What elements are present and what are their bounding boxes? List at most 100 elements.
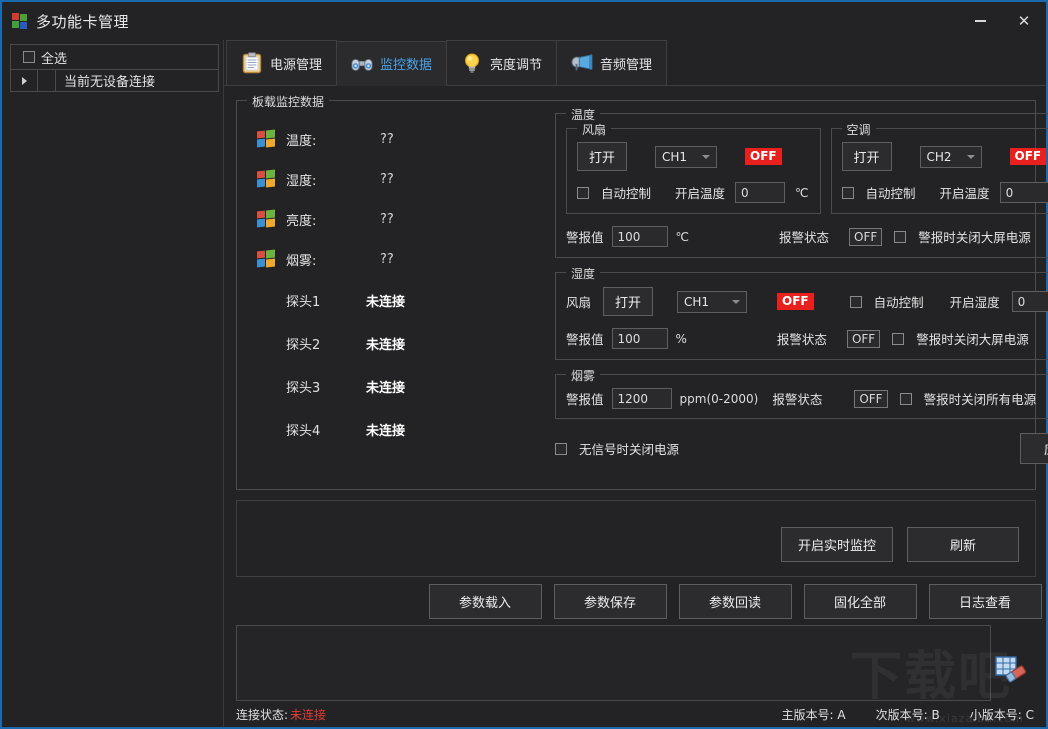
- humidity-threshold-input[interactable]: 0: [1011, 291, 1048, 312]
- view-log-button[interactable]: 日志查看: [928, 583, 1042, 619]
- smoke-alarm-input[interactable]: 1200: [611, 388, 672, 409]
- window-title: 多功能卡管理: [36, 12, 130, 31]
- tree-node-no-device[interactable]: 当前无设备连接: [11, 69, 218, 92]
- temperature-ac-auto-toggle[interactable]: 自动控制: [841, 183, 916, 202]
- temperature-fan-open-button[interactable]: 打开: [577, 142, 627, 171]
- temperature-alarm-action-label: 警报时关闭大屏电源: [918, 230, 1031, 245]
- temperature-fan-channel-select[interactable]: CH1: [655, 145, 717, 168]
- sensor-label: 湿度:: [286, 173, 317, 189]
- humidity-group: 湿度 风扇 打开 CH1 OFF 自动控制 开启湿度 0 警报值 100 % 报…: [555, 265, 1048, 360]
- load-params-button[interactable]: 参数载入: [428, 583, 542, 619]
- probe-status: 未连接: [366, 381, 406, 396]
- temperature-alarm-action-toggle[interactable]: 警报时关闭大屏电源: [894, 227, 1031, 246]
- probe-label: 探头3: [286, 381, 321, 396]
- temperature-group: 温度 风扇 打开 CH1 OFF 自动控制 开启温度 0 ℃ 空调 打开 CH2…: [555, 106, 1048, 258]
- temperature-fan-auto-label: 自动控制: [601, 186, 652, 201]
- app-logo-icon: [12, 13, 28, 29]
- select-all-row[interactable]: 全选: [11, 45, 218, 69]
- temperature-alarm-action-checkbox[interactable]: [894, 230, 907, 243]
- temperature-alarm-unit: ℃: [675, 229, 689, 244]
- sensor-value: ??: [380, 171, 394, 187]
- sensor-row-brightness: 亮度: ??: [257, 199, 555, 239]
- sensor-row-smoke: 烟雾: ??: [257, 239, 555, 279]
- humidity-alarm-action-toggle[interactable]: 警报时关闭大屏电源: [892, 329, 1029, 348]
- megaphone-icon: [571, 52, 593, 74]
- temperature-fan-auto-checkbox[interactable]: [577, 186, 589, 199]
- humidity-alarm-action-checkbox[interactable]: [892, 332, 905, 345]
- device-tree: 全选 当前无设备连接: [10, 44, 219, 92]
- probe-status: 未连接: [366, 424, 406, 439]
- solidify-all-button[interactable]: 固化全部: [803, 583, 917, 619]
- temperature-ac-channel-select[interactable]: CH2: [919, 145, 982, 168]
- sensor-row-temperature: 温度: ??: [257, 119, 555, 159]
- smoke-alarm-action-checkbox[interactable]: [899, 392, 912, 405]
- tab-bar: 电源管理 监控数据 亮度调节 音频管理: [224, 40, 1046, 86]
- sensor-value: ??: [380, 131, 394, 147]
- readback-params-button[interactable]: 参数回读: [678, 583, 792, 619]
- tab-label: 电源管理: [270, 57, 323, 73]
- smoke-group-title: 烟雾: [566, 367, 601, 384]
- humidity-channel-select[interactable]: CH1: [677, 290, 748, 313]
- probe-row: 探头1 未连接: [257, 279, 555, 322]
- watermark-url: www.xiazaiba.com: [905, 712, 1024, 725]
- refresh-button[interactable]: 刷新: [907, 527, 1019, 562]
- probe-status: 未连接: [366, 338, 406, 353]
- apply-button[interactable]: 应用: [1020, 433, 1048, 464]
- smoke-alarm-action-toggle[interactable]: 警报时关闭所有电源: [899, 389, 1037, 408]
- humidity-alarm-action-label: 警报时关闭大屏电源: [916, 332, 1029, 347]
- temperature-alarm-input[interactable]: 100: [611, 226, 668, 247]
- main-body: 全选 当前无设备连接 电源管理 监控数据 亮度调节 音频管理 板载监控数据 温度…: [2, 40, 1048, 727]
- temperature-ac-open-button[interactable]: 打开: [841, 142, 892, 171]
- temperature-fan-channel-value: CH1: [662, 149, 688, 164]
- humidity-channel-value: CH1: [684, 294, 710, 309]
- temperature-ac-state-badge: OFF: [1009, 148, 1047, 165]
- tab-power-management[interactable]: 电源管理: [226, 40, 338, 85]
- sensor-label: 亮度:: [286, 213, 317, 229]
- sensor-list: 温度: ?? 湿度: ?? 亮度: ?? 烟雾: ?? 探头1 未连接 探头2 …: [237, 101, 555, 489]
- sensor-value: ??: [380, 211, 394, 227]
- probe-label: 探头4: [286, 424, 321, 439]
- temperature-fan-state-badge: OFF: [745, 148, 782, 165]
- connection-status: 连接状态: 未连接: [236, 706, 326, 723]
- application-window: 多功能卡管理 ✕ 全选 当前无设备连接 电源管理 监控数据 亮度调节 音频管理 …: [0, 0, 1048, 729]
- temperature-ac-auto-checkbox[interactable]: [841, 186, 854, 199]
- windows-icon: [257, 129, 277, 148]
- temperature-fan-auto-toggle[interactable]: 自动控制: [577, 183, 651, 202]
- temperature-ac-threshold-input[interactable]: 0: [999, 182, 1048, 203]
- sensor-row-humidity: 湿度: ??: [257, 159, 555, 199]
- temperature-fan-title: 风扇: [577, 121, 612, 138]
- tab-brightness-adjust[interactable]: 亮度调节: [446, 40, 558, 85]
- no-signal-power-off-toggle[interactable]: 无信号时关闭电源: [555, 439, 679, 458]
- select-all-checkbox[interactable]: [23, 51, 35, 63]
- humidity-fan-open-button[interactable]: 打开: [603, 287, 654, 316]
- temperature-ac-title: 空调: [841, 121, 876, 138]
- major-version: 主版本号: A: [782, 706, 846, 723]
- tab-monitor-data[interactable]: 监控数据: [336, 41, 448, 86]
- humidity-auto-toggle[interactable]: 自动控制: [849, 292, 924, 311]
- tab-audio-management[interactable]: 音频管理: [556, 40, 668, 85]
- log-output-area[interactable]: [236, 625, 991, 701]
- close-button[interactable]: ✕: [1002, 2, 1046, 40]
- humidity-fan-label: 风扇: [566, 295, 592, 310]
- minimize-button[interactable]: [958, 2, 1002, 40]
- no-signal-power-off-label: 无信号时关闭电源: [579, 442, 680, 457]
- realtime-action-panel: 开启实时监控 刷新: [236, 500, 1036, 577]
- start-realtime-monitor-button[interactable]: 开启实时监控: [781, 527, 893, 562]
- temperature-ac-threshold-label: 开启温度: [939, 186, 990, 201]
- probe-label: 探头1: [286, 295, 321, 310]
- temperature-fan-threshold-input[interactable]: 0: [735, 182, 786, 203]
- sensor-value: ??: [380, 251, 394, 267]
- no-signal-power-off-checkbox[interactable]: [555, 442, 567, 455]
- save-params-button[interactable]: 参数保存: [553, 583, 667, 619]
- probe-row: 探头2 未连接: [257, 322, 555, 365]
- humidity-auto-checkbox[interactable]: [849, 295, 862, 308]
- probe-status: 未连接: [366, 295, 406, 310]
- chevron-right-icon[interactable]: [11, 76, 37, 85]
- smoke-alarm-action-label: 警报时关闭所有电源: [923, 392, 1037, 407]
- humidity-group-title: 湿度: [566, 265, 601, 282]
- tab-label: 监控数据: [380, 58, 433, 73]
- temperature-alarm-state-label: 报警状态: [779, 230, 830, 245]
- humidity-alarm-input[interactable]: 100: [611, 328, 668, 349]
- select-all-label: 全选: [41, 51, 68, 67]
- realtime-action-buttons: 开启实时监控 刷新: [781, 527, 1019, 562]
